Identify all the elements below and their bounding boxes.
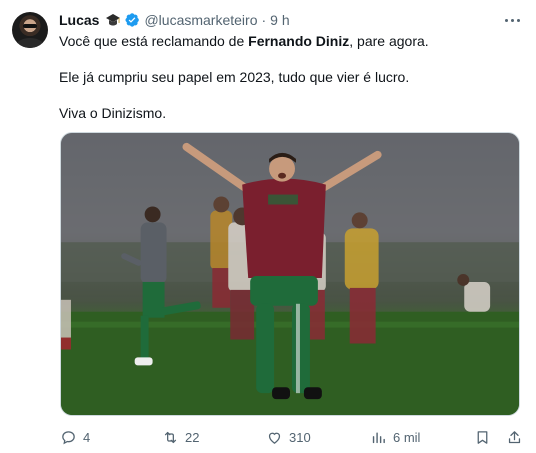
like-icon bbox=[268, 432, 281, 444]
views-button[interactable]: 6 mil bbox=[370, 426, 420, 448]
bookmark-icon bbox=[477, 430, 488, 444]
reply-button[interactable]: 4 bbox=[60, 426, 90, 448]
tweet-line-1: Você que está reclamando de Fernando Din… bbox=[59, 33, 429, 49]
reply-icon bbox=[62, 430, 75, 444]
tweet-photo[interactable] bbox=[60, 132, 520, 416]
repost-count: 22 bbox=[185, 429, 200, 445]
verified-icon[interactable] bbox=[124, 12, 140, 28]
tweet-header: Lucas @lucasmarketeiro · 9 h bbox=[59, 11, 290, 29]
tweet-text: Você que está reclamando de Fernando Din… bbox=[59, 32, 519, 122]
tweet-card[interactable]: Lucas @lucasmarketeiro · 9 h Você que es… bbox=[0, 0, 536, 453]
graduation-cap-icon bbox=[105, 12, 121, 28]
tweet-time[interactable]: 9 h bbox=[270, 12, 289, 28]
views-count: 6 mil bbox=[393, 429, 421, 445]
repost-button[interactable]: 22 bbox=[162, 426, 199, 448]
share-button[interactable] bbox=[506, 426, 523, 448]
tweet-bold-name: Fernando Diniz bbox=[248, 33, 350, 49]
tweet-line-2: Ele já cumpriu seu papel em 2023, tudo q… bbox=[59, 69, 410, 85]
author-name[interactable]: Lucas bbox=[59, 12, 99, 28]
bookmark-button[interactable] bbox=[474, 426, 491, 448]
tweet-line-3: Viva o Dinizismo. bbox=[59, 105, 167, 121]
views-icon bbox=[372, 432, 385, 443]
avatar-glasses bbox=[23, 24, 37, 28]
header-separator: · bbox=[261, 12, 267, 28]
more-icon[interactable] bbox=[502, 12, 522, 28]
repost-icon bbox=[164, 431, 177, 443]
avatar-shirt bbox=[16, 38, 44, 48]
tweet-actions: 4 22 310 6 mil bbox=[0, 426, 536, 448]
like-button[interactable]: 310 bbox=[266, 426, 311, 448]
author-handle[interactable]: @lucasmarketeiro bbox=[144, 12, 257, 28]
like-count: 310 bbox=[289, 429, 311, 445]
avatar[interactable] bbox=[12, 12, 48, 48]
share-icon bbox=[508, 430, 521, 443]
celebration-photo bbox=[61, 133, 519, 415]
reply-count: 4 bbox=[83, 429, 91, 445]
